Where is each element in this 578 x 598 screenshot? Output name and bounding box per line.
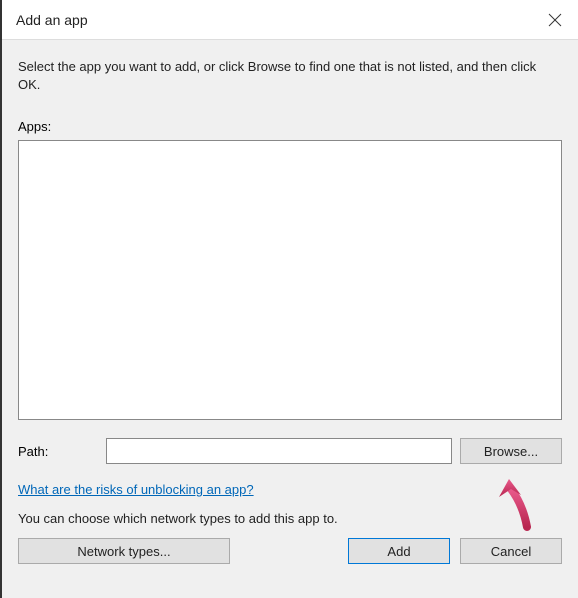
window-title: Add an app [16, 12, 88, 28]
cancel-button[interactable]: Cancel [460, 538, 562, 564]
risks-link[interactable]: What are the risks of unblocking an app? [18, 482, 562, 497]
path-input[interactable] [106, 438, 452, 464]
browse-button[interactable]: Browse... [460, 438, 562, 464]
network-types-text: You can choose which network types to ad… [18, 511, 562, 526]
close-icon [548, 13, 562, 27]
path-row: Path: Browse... [18, 438, 562, 464]
instruction-text: Select the app you want to add, or click… [18, 58, 562, 93]
apps-label: Apps: [18, 119, 562, 134]
button-row: Network types... Add Cancel [18, 538, 562, 564]
dialog-content: Select the app you want to add, or click… [2, 40, 578, 598]
add-button[interactable]: Add [348, 538, 450, 564]
close-button[interactable] [532, 0, 578, 40]
apps-list[interactable] [18, 140, 562, 420]
network-types-button[interactable]: Network types... [18, 538, 230, 564]
title-bar: Add an app [2, 0, 578, 40]
path-label: Path: [18, 444, 98, 459]
